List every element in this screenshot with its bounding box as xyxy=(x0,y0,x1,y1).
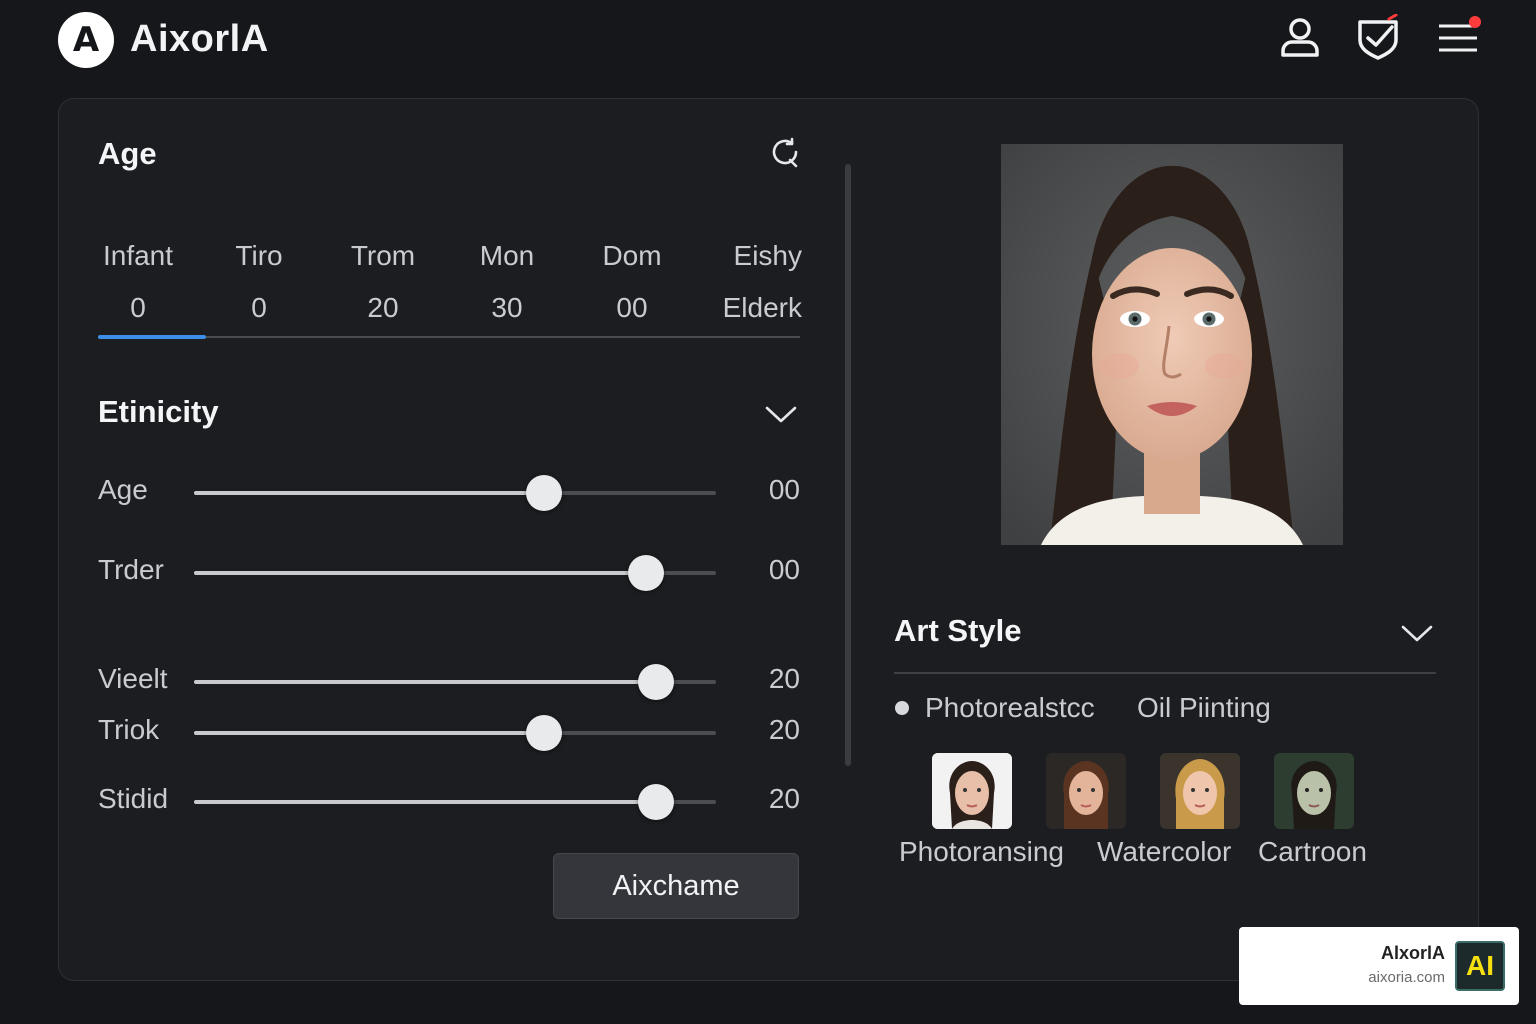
slider-thumb[interactable] xyxy=(637,664,674,700)
slider-value: 20 xyxy=(768,714,800,745)
slider-fill xyxy=(194,571,646,575)
slider-thumb[interactable] xyxy=(637,784,674,820)
slider-value: 20 xyxy=(768,783,800,814)
age-tab-value: 00 xyxy=(616,292,648,323)
style-thumbnail-cartoon[interactable] xyxy=(1160,753,1240,829)
age-tab-value: 30 xyxy=(491,292,523,323)
style-label: Photoransing xyxy=(899,836,1065,867)
age-tab-label: Trom xyxy=(350,240,416,271)
slider-track[interactable] xyxy=(194,475,716,511)
slider-track[interactable] xyxy=(194,664,716,700)
slider-vieelt: Vieelt 20 xyxy=(98,661,802,701)
generate-button[interactable]: Aixchame xyxy=(553,853,799,919)
slider-value: 00 xyxy=(768,474,800,505)
portrait-preview xyxy=(1001,144,1343,545)
age-tab-tiro[interactable]: Tiro 0 xyxy=(201,230,317,334)
age-tab-label: Infant xyxy=(102,240,174,271)
art-style-option-oil-painting[interactable]: Oil Piinting xyxy=(1137,690,1271,726)
slider-label: Vieelt xyxy=(98,663,168,694)
slider-track[interactable] xyxy=(194,555,716,591)
slider-value: 20 xyxy=(768,663,800,694)
slider-track[interactable] xyxy=(194,784,716,820)
brand-name[interactable]: AixorlA xyxy=(130,18,269,61)
age-tab-eishy[interactable]: Eishy Elderk xyxy=(698,230,802,334)
chevron-down-icon[interactable] xyxy=(764,397,798,431)
divider xyxy=(894,672,1436,674)
slider-value: 00 xyxy=(768,554,800,585)
slider-fill xyxy=(194,800,656,804)
slider-thumb[interactable] xyxy=(525,715,562,751)
style-thumbnail-fantasy[interactable] xyxy=(1274,753,1354,829)
watermark-name: AlxorlA xyxy=(1380,943,1445,963)
age-tab-value: 0 xyxy=(130,292,146,323)
slider-thumb[interactable] xyxy=(627,555,664,591)
style-label: Cartroon xyxy=(1258,836,1367,867)
age-tab-trom[interactable]: Trom 20 xyxy=(325,230,441,334)
chevron-down-icon[interactable] xyxy=(1400,616,1434,650)
slider-label: Triok xyxy=(98,714,160,745)
slider-label: Age xyxy=(98,474,148,505)
age-tab-mon[interactable]: Mon 30 xyxy=(449,230,565,334)
age-section-title: Age xyxy=(98,136,157,171)
radio-label: Oil Piinting xyxy=(1137,692,1271,723)
slider-thumb[interactable] xyxy=(525,475,562,511)
radio-label: Photorealstcc xyxy=(925,692,1095,723)
slider-track[interactable] xyxy=(194,715,716,751)
age-tab-value: Elderk xyxy=(722,292,802,323)
age-tab-infant[interactable]: Infant 0 xyxy=(80,230,196,334)
age-tab-dom[interactable]: Dom 00 xyxy=(574,230,690,334)
slider-fill xyxy=(194,491,544,495)
slider-fill xyxy=(194,680,656,684)
age-tab-value: 0 xyxy=(251,292,267,323)
age-tab-label: Dom xyxy=(602,240,662,271)
brand-logo[interactable]: A xyxy=(58,12,114,68)
notification-dot xyxy=(1469,16,1481,28)
art-style-option-photorealistic[interactable]: Photorealstcc xyxy=(895,690,1095,726)
user-icon[interactable] xyxy=(1277,14,1323,60)
menu-icon[interactable] xyxy=(1435,14,1481,60)
style-thumbnail-watercolor[interactable] xyxy=(1046,753,1126,829)
slider-label: Stidid xyxy=(98,783,169,814)
slider-fill xyxy=(194,731,544,735)
radio-selected-dot xyxy=(895,701,909,715)
age-tab-value: 20 xyxy=(367,292,399,323)
age-tab-label: Tiro xyxy=(235,240,283,271)
refresh-icon[interactable] xyxy=(768,136,802,170)
style-thumbnail-photorealistic[interactable] xyxy=(932,753,1012,829)
age-tabs: Infant 0 Tiro 0 Trom 20 Mon 30 Dom 00 Ei… xyxy=(98,230,802,340)
age-tab-label: Mon xyxy=(479,240,535,271)
slider-triok: Triok 20 xyxy=(98,712,802,752)
style-label: Watercolor xyxy=(1097,836,1232,867)
slider-age: Age 00 xyxy=(98,472,802,512)
shield-check-icon[interactable] xyxy=(1355,13,1401,60)
age-tab-active-indicator xyxy=(98,335,206,339)
watermark-url: aixoria.com xyxy=(1368,969,1445,986)
watermark-badge: AI xyxy=(1455,941,1505,991)
top-bar: A AixorlA xyxy=(0,0,1536,90)
slider-trder: Trder 00 xyxy=(98,552,802,592)
art-style-title: Art Style xyxy=(894,613,1022,648)
panel-scrollbar[interactable] xyxy=(845,164,851,766)
watermark-card: AlxorlA aixoria.com AI xyxy=(1239,927,1519,1005)
slider-label: Trder xyxy=(98,554,164,585)
slider-stidid: Stidid 20 xyxy=(98,781,802,821)
ethnicity-section-title: Etinicity xyxy=(98,394,219,429)
age-tab-label: Eishy xyxy=(733,240,802,271)
